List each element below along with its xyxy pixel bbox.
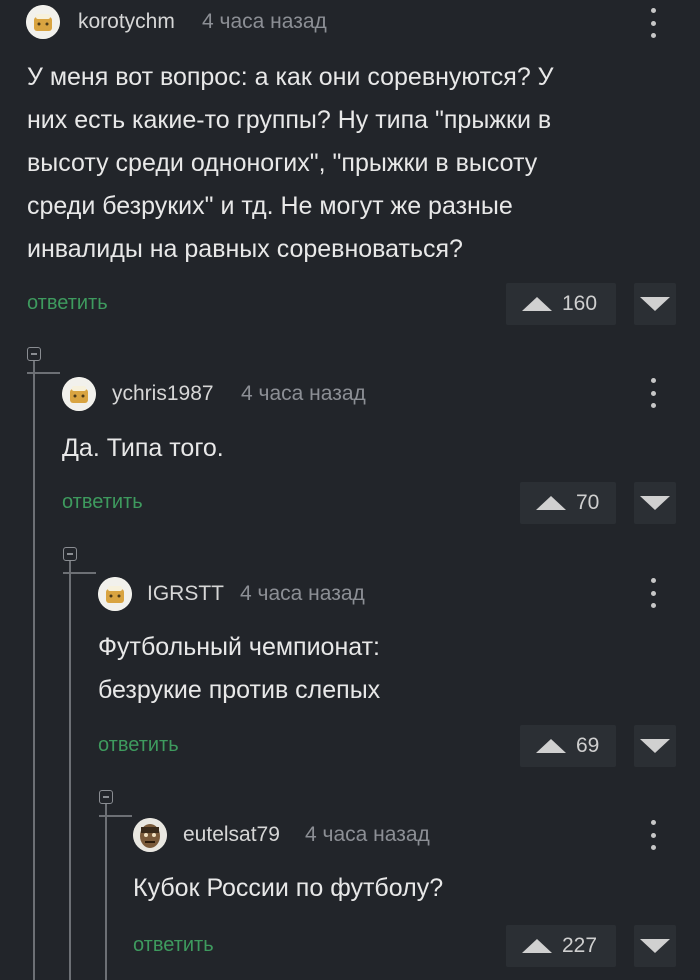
username[interactable]: ychris1987: [112, 382, 214, 406]
triangle-up-icon: [522, 939, 552, 953]
triangle-down-icon: [640, 496, 670, 510]
triangle-down-icon: [640, 739, 670, 753]
comment-text: Кубок России по футболу?: [133, 874, 444, 902]
downvote-button[interactable]: [634, 925, 676, 967]
downvote-button[interactable]: [634, 482, 676, 524]
triangle-up-icon: [522, 297, 552, 311]
reply-link[interactable]: ответить: [27, 292, 108, 315]
reply-link[interactable]: ответить: [133, 934, 214, 957]
upvote-button[interactable]: 160: [506, 283, 616, 325]
more-options-icon[interactable]: [648, 8, 658, 38]
more-options-icon[interactable]: [648, 820, 658, 850]
rating-count: 160: [562, 292, 598, 315]
thread-line: [63, 572, 96, 574]
timestamp: 4 часа назад: [241, 382, 366, 405]
rating-count: 69: [576, 734, 600, 757]
downvote-button[interactable]: [634, 725, 676, 767]
thread-line: [99, 815, 132, 817]
upvote-button[interactable]: 227: [506, 925, 616, 967]
timestamp: 4 часа назад: [305, 823, 430, 846]
upvote-button[interactable]: 69: [520, 725, 616, 767]
reply-link[interactable]: ответить: [62, 491, 143, 514]
downvote-button[interactable]: [634, 283, 676, 325]
username[interactable]: korotychm: [78, 10, 175, 34]
triangle-up-icon: [536, 739, 566, 753]
avatar[interactable]: [133, 818, 167, 852]
upvote-button[interactable]: 70: [520, 482, 616, 524]
comment-text: Футбольный чемпионат: безрукие против сл…: [98, 633, 381, 704]
more-options-icon[interactable]: [648, 578, 658, 608]
timestamp: 4 часа назад: [202, 10, 327, 33]
more-options-icon[interactable]: [648, 378, 658, 408]
triangle-down-icon: [640, 939, 670, 953]
collapse-thread-button[interactable]: [27, 347, 41, 361]
avatar[interactable]: [26, 5, 60, 39]
thread-line: [69, 561, 71, 980]
thread-line: [33, 361, 35, 980]
timestamp: 4 часа назад: [240, 582, 365, 605]
collapse-thread-button[interactable]: [99, 790, 113, 804]
thread-line: [105, 804, 107, 980]
rating-count: 227: [562, 934, 598, 957]
collapse-thread-button[interactable]: [63, 547, 77, 561]
reply-link[interactable]: ответить: [98, 734, 179, 757]
avatar[interactable]: [98, 577, 132, 611]
comment-text: Да. Типа того.: [62, 434, 224, 462]
username[interactable]: eutelsat79: [183, 823, 280, 847]
comment-text: У меня вот вопрос: а как они соревнуются…: [27, 63, 554, 263]
username[interactable]: IGRSTT: [147, 582, 224, 606]
avatar[interactable]: [62, 377, 96, 411]
rating-count: 70: [576, 491, 600, 514]
triangle-down-icon: [640, 297, 670, 311]
triangle-up-icon: [536, 496, 566, 510]
thread-line: [27, 372, 60, 374]
